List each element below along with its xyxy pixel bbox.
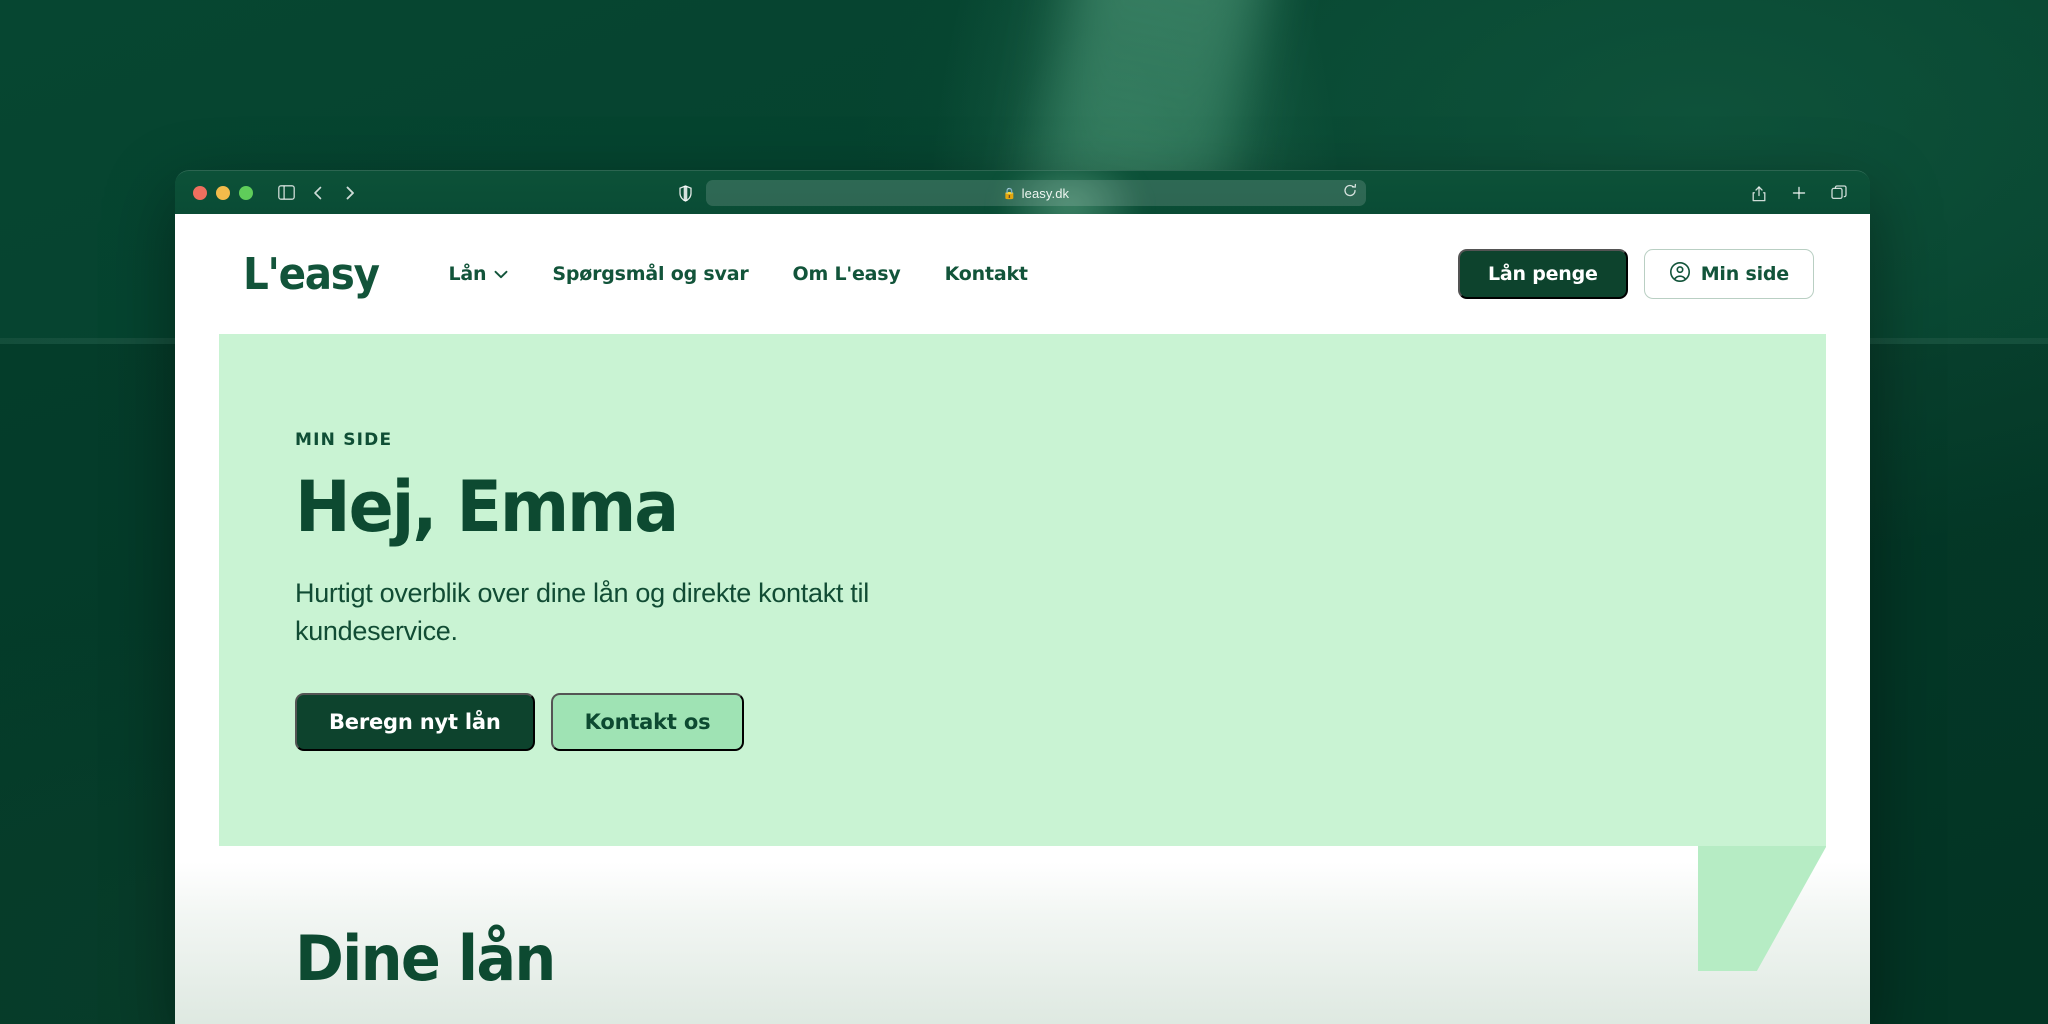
- share-icon[interactable]: [1746, 180, 1772, 206]
- header-actions: Lån penge Min side: [1457, 249, 1814, 299]
- section-title-your-loans: Dine lån: [295, 922, 556, 995]
- nav-item-spoergsmaal-og-svar[interactable]: Spørgsmål og svar: [552, 263, 748, 285]
- loans-section: Dine lån: [175, 846, 1870, 995]
- page-title: Hej, Emma: [295, 466, 679, 548]
- forward-button[interactable]: [337, 180, 363, 206]
- window-controls[interactable]: [193, 185, 253, 200]
- nav-item-label: Lån: [448, 263, 487, 285]
- calculate-new-loan-button[interactable]: Beregn nyt lån: [295, 692, 535, 751]
- maximize-button[interactable]: [239, 185, 253, 200]
- url-display: 🔒 leasy.dk: [1003, 186, 1069, 201]
- contact-us-button[interactable]: Kontakt os: [550, 692, 745, 751]
- tabs-icon[interactable]: [1826, 180, 1852, 206]
- web-page: L'easy Lån Spørgsmål og svar Om L'easy K…: [175, 214, 1870, 1024]
- desktop-backdrop: 🔒 leasy.dk L'easy Lån Spørgsmål og svar …: [0, 0, 2048, 1024]
- browser-window: 🔒 leasy.dk L'easy Lån Spørgsmål og svar …: [175, 170, 1870, 1024]
- main-navigation: Lån Spørgsmål og svar Om L'easy Kontakt: [449, 263, 1028, 285]
- nav-item-om-leasy[interactable]: Om L'easy: [793, 263, 901, 285]
- plus-icon[interactable]: [1786, 180, 1812, 206]
- nav-item-laan[interactable]: Lån: [449, 263, 509, 285]
- hero-section: MIN SIDE Hej, Emma Hurtigt overblik over…: [219, 334, 1826, 971]
- reload-icon[interactable]: [1343, 183, 1357, 203]
- hero-wrapper: MIN SIDE Hej, Emma Hurtigt overblik over…: [175, 334, 1870, 971]
- nav-item-kontakt[interactable]: Kontakt: [945, 263, 1028, 285]
- chevron-down-icon: [494, 270, 508, 279]
- hero-subtitle: Hurtigt overblik over dine lån og direkt…: [295, 578, 869, 647]
- back-button[interactable]: [305, 180, 331, 206]
- address-bar[interactable]: 🔒 leasy.dk: [706, 180, 1366, 206]
- loan-money-button[interactable]: Lån penge: [1457, 249, 1628, 299]
- user-circle-icon: [1669, 261, 1691, 288]
- url-text: leasy.dk: [1021, 185, 1070, 201]
- hero-eyebrow: MIN SIDE: [295, 430, 393, 450]
- shield-icon[interactable]: [679, 184, 692, 202]
- address-bar-group: 🔒 leasy.dk: [175, 171, 1870, 215]
- my-page-button[interactable]: Min side: [1643, 249, 1814, 299]
- site-header: L'easy Lån Spørgsmål og svar Om L'easy K…: [175, 214, 1870, 334]
- minimize-button[interactable]: [216, 185, 230, 200]
- close-button[interactable]: [193, 185, 207, 200]
- sidebar-icon[interactable]: [273, 180, 299, 206]
- my-page-label: Min side: [1700, 263, 1789, 285]
- hero-actions: Beregn nyt lån Kontakt os: [295, 692, 1826, 751]
- site-logo[interactable]: L'easy: [243, 249, 380, 300]
- lock-icon: 🔒: [1002, 187, 1017, 200]
- browser-toolbar: 🔒 leasy.dk: [175, 170, 1870, 261]
- toolbar-right-actions: [1746, 171, 1852, 215]
